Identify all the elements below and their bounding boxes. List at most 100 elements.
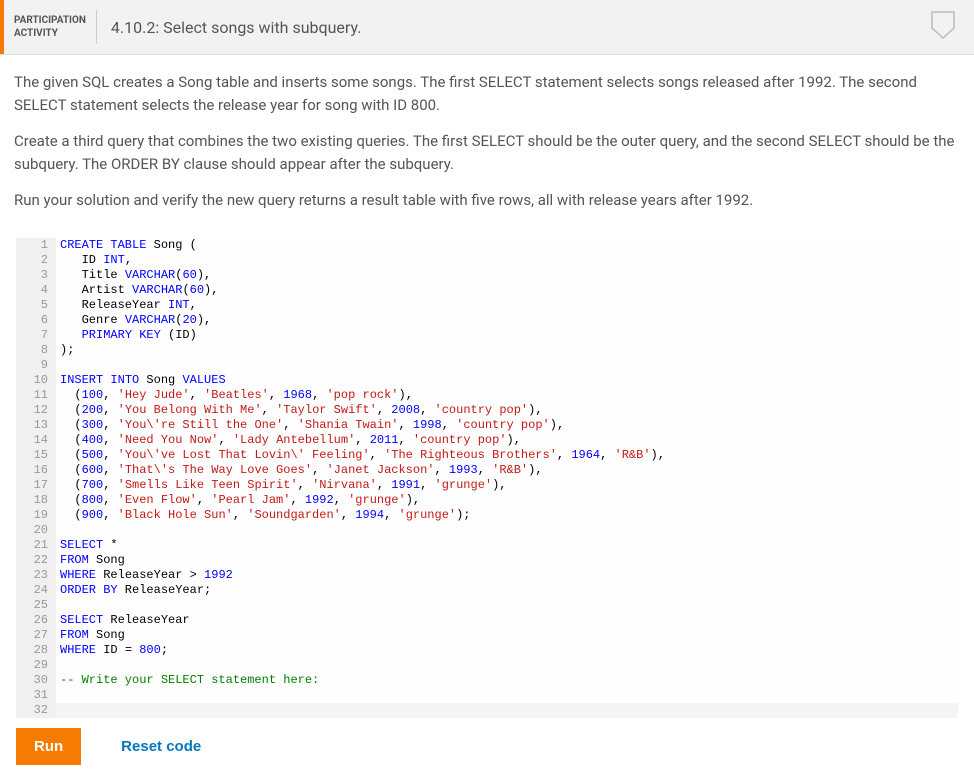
line-number: 30 (16, 673, 56, 688)
line-number: 7 (16, 328, 56, 343)
code-content[interactable]: ORDER BY ReleaseYear; (56, 583, 958, 598)
code-content[interactable]: (900, 'Black Hole Sun', 'Soundgarden', 1… (56, 508, 958, 523)
code-line[interactable]: 17 (700, 'Smells Like Teen Spirit', 'Nir… (16, 478, 958, 493)
code-line[interactable]: 25 (16, 598, 958, 613)
code-content[interactable]: FROM Song (56, 553, 958, 568)
code-content[interactable]: (600, 'That\'s The Way Love Goes', 'Jane… (56, 463, 958, 478)
code-line[interactable]: 14 (400, 'Need You Now', 'Lady Antebellu… (16, 433, 958, 448)
code-line[interactable]: 23WHERE ReleaseYear > 1992 (16, 568, 958, 583)
code-content[interactable]: WHERE ID = 800; (56, 643, 958, 658)
line-number: 4 (16, 283, 56, 298)
code-content[interactable] (56, 688, 958, 703)
code-content[interactable] (56, 703, 958, 718)
code-content[interactable]: CREATE TABLE Song ( (56, 238, 958, 253)
code-content[interactable] (56, 658, 958, 673)
code-content[interactable] (56, 358, 958, 373)
code-line[interactable]: 11 (100, 'Hey Jude', 'Beatles', 1968, 'p… (16, 388, 958, 403)
code-line[interactable]: 15 (500, 'You\'ve Lost That Lovin\' Feel… (16, 448, 958, 463)
code-content[interactable]: (300, 'You\'re Still the One', 'Shania T… (56, 418, 958, 433)
line-number: 8 (16, 343, 56, 358)
line-number: 18 (16, 493, 56, 508)
code-content[interactable]: (100, 'Hey Jude', 'Beatles', 1968, 'pop … (56, 388, 958, 403)
line-number: 16 (16, 463, 56, 478)
line-number: 15 (16, 448, 56, 463)
code-line[interactable]: 26SELECT ReleaseYear (16, 613, 958, 628)
code-content[interactable]: (700, 'Smells Like Teen Spirit', 'Nirvan… (56, 478, 958, 493)
activity-type-line2: ACTIVITY (14, 27, 86, 40)
code-content[interactable]: ); (56, 343, 958, 358)
code-line[interactable]: 20 (16, 523, 958, 538)
code-content[interactable] (56, 523, 958, 538)
activity-header: PARTICIPATION ACTIVITY 4.10.2: Select so… (0, 0, 974, 55)
code-line[interactable]: 13 (300, 'You\'re Still the One', 'Shani… (16, 418, 958, 433)
line-number: 23 (16, 568, 56, 583)
line-number: 13 (16, 418, 56, 433)
code-line[interactable]: 32 (16, 703, 958, 718)
code-content[interactable]: Genre VARCHAR(20), (56, 313, 958, 328)
code-content[interactable]: (500, 'You\'ve Lost That Lovin\' Feeling… (56, 448, 958, 463)
line-number: 25 (16, 598, 56, 613)
line-number: 17 (16, 478, 56, 493)
line-number: 11 (16, 388, 56, 403)
code-content[interactable]: ReleaseYear INT, (56, 298, 958, 313)
run-button[interactable]: Run (16, 728, 81, 765)
reset-code-button[interactable]: Reset code (121, 738, 201, 755)
code-line[interactable]: 16 (600, 'That\'s The Way Love Goes', 'J… (16, 463, 958, 478)
code-content[interactable]: (800, 'Even Flow', 'Pearl Jam', 1992, 'g… (56, 493, 958, 508)
code-content[interactable]: Artist VARCHAR(60), (56, 283, 958, 298)
line-number: 29 (16, 658, 56, 673)
code-content[interactable]: FROM Song (56, 628, 958, 643)
instruction-p3: Run your solution and verify the new que… (14, 189, 960, 212)
line-number: 26 (16, 613, 56, 628)
code-line[interactable]: 22FROM Song (16, 553, 958, 568)
code-content[interactable]: (400, 'Need You Now', 'Lady Antebellum',… (56, 433, 958, 448)
action-bar: Run Reset code (0, 718, 974, 779)
line-number: 31 (16, 688, 56, 703)
line-number: 5 (16, 298, 56, 313)
code-line[interactable]: 1CREATE TABLE Song ( (16, 238, 958, 253)
instruction-p2: Create a third query that combines the t… (14, 130, 960, 175)
code-content[interactable]: -- Write your SELECT statement here: (56, 673, 958, 688)
code-line[interactable]: 24ORDER BY ReleaseYear; (16, 583, 958, 598)
line-number: 10 (16, 373, 56, 388)
code-content[interactable]: ID INT, (56, 253, 958, 268)
code-content[interactable]: SELECT ReleaseYear (56, 613, 958, 628)
code-line[interactable]: 7 PRIMARY KEY (ID) (16, 328, 958, 343)
code-line[interactable]: 8); (16, 343, 958, 358)
code-line[interactable]: 28WHERE ID = 800; (16, 643, 958, 658)
code-line[interactable]: 31 (16, 688, 958, 703)
code-content[interactable] (56, 598, 958, 613)
code-line[interactable]: 27FROM Song (16, 628, 958, 643)
code-content[interactable]: SELECT * (56, 538, 958, 553)
code-content[interactable]: WHERE ReleaseYear > 1992 (56, 568, 958, 583)
code-line[interactable]: 21SELECT * (16, 538, 958, 553)
line-number: 19 (16, 508, 56, 523)
code-line[interactable]: 19 (900, 'Black Hole Sun', 'Soundgarden'… (16, 508, 958, 523)
code-content[interactable]: Title VARCHAR(60), (56, 268, 958, 283)
code-line[interactable]: 18 (800, 'Even Flow', 'Pearl Jam', 1992,… (16, 493, 958, 508)
line-number: 28 (16, 643, 56, 658)
code-line[interactable]: 29 (16, 658, 958, 673)
code-line[interactable]: 9 (16, 358, 958, 373)
code-line[interactable]: 3 Title VARCHAR(60), (16, 268, 958, 283)
line-number: 27 (16, 628, 56, 643)
line-number: 3 (16, 268, 56, 283)
line-number: 2 (16, 253, 56, 268)
line-number: 24 (16, 583, 56, 598)
code-line[interactable]: 4 Artist VARCHAR(60), (16, 283, 958, 298)
code-line[interactable]: 30-- Write your SELECT statement here: (16, 673, 958, 688)
code-line[interactable]: 10INSERT INTO Song VALUES (16, 373, 958, 388)
line-number: 6 (16, 313, 56, 328)
code-line[interactable]: 6 Genre VARCHAR(20), (16, 313, 958, 328)
code-line[interactable]: 5 ReleaseYear INT, (16, 298, 958, 313)
code-content[interactable]: PRIMARY KEY (ID) (56, 328, 958, 343)
activity-type-line1: PARTICIPATION (14, 14, 86, 27)
code-content[interactable]: INSERT INTO Song VALUES (56, 373, 958, 388)
code-content[interactable]: (200, 'You Belong With Me', 'Taylor Swif… (56, 403, 958, 418)
instructions: The given SQL creates a Song table and i… (0, 55, 974, 234)
code-editor[interactable]: 1CREATE TABLE Song (2 ID INT,3 Title VAR… (16, 238, 958, 718)
line-number: 14 (16, 433, 56, 448)
code-line[interactable]: 2 ID INT, (16, 253, 958, 268)
line-number: 21 (16, 538, 56, 553)
code-line[interactable]: 12 (200, 'You Belong With Me', 'Taylor S… (16, 403, 958, 418)
